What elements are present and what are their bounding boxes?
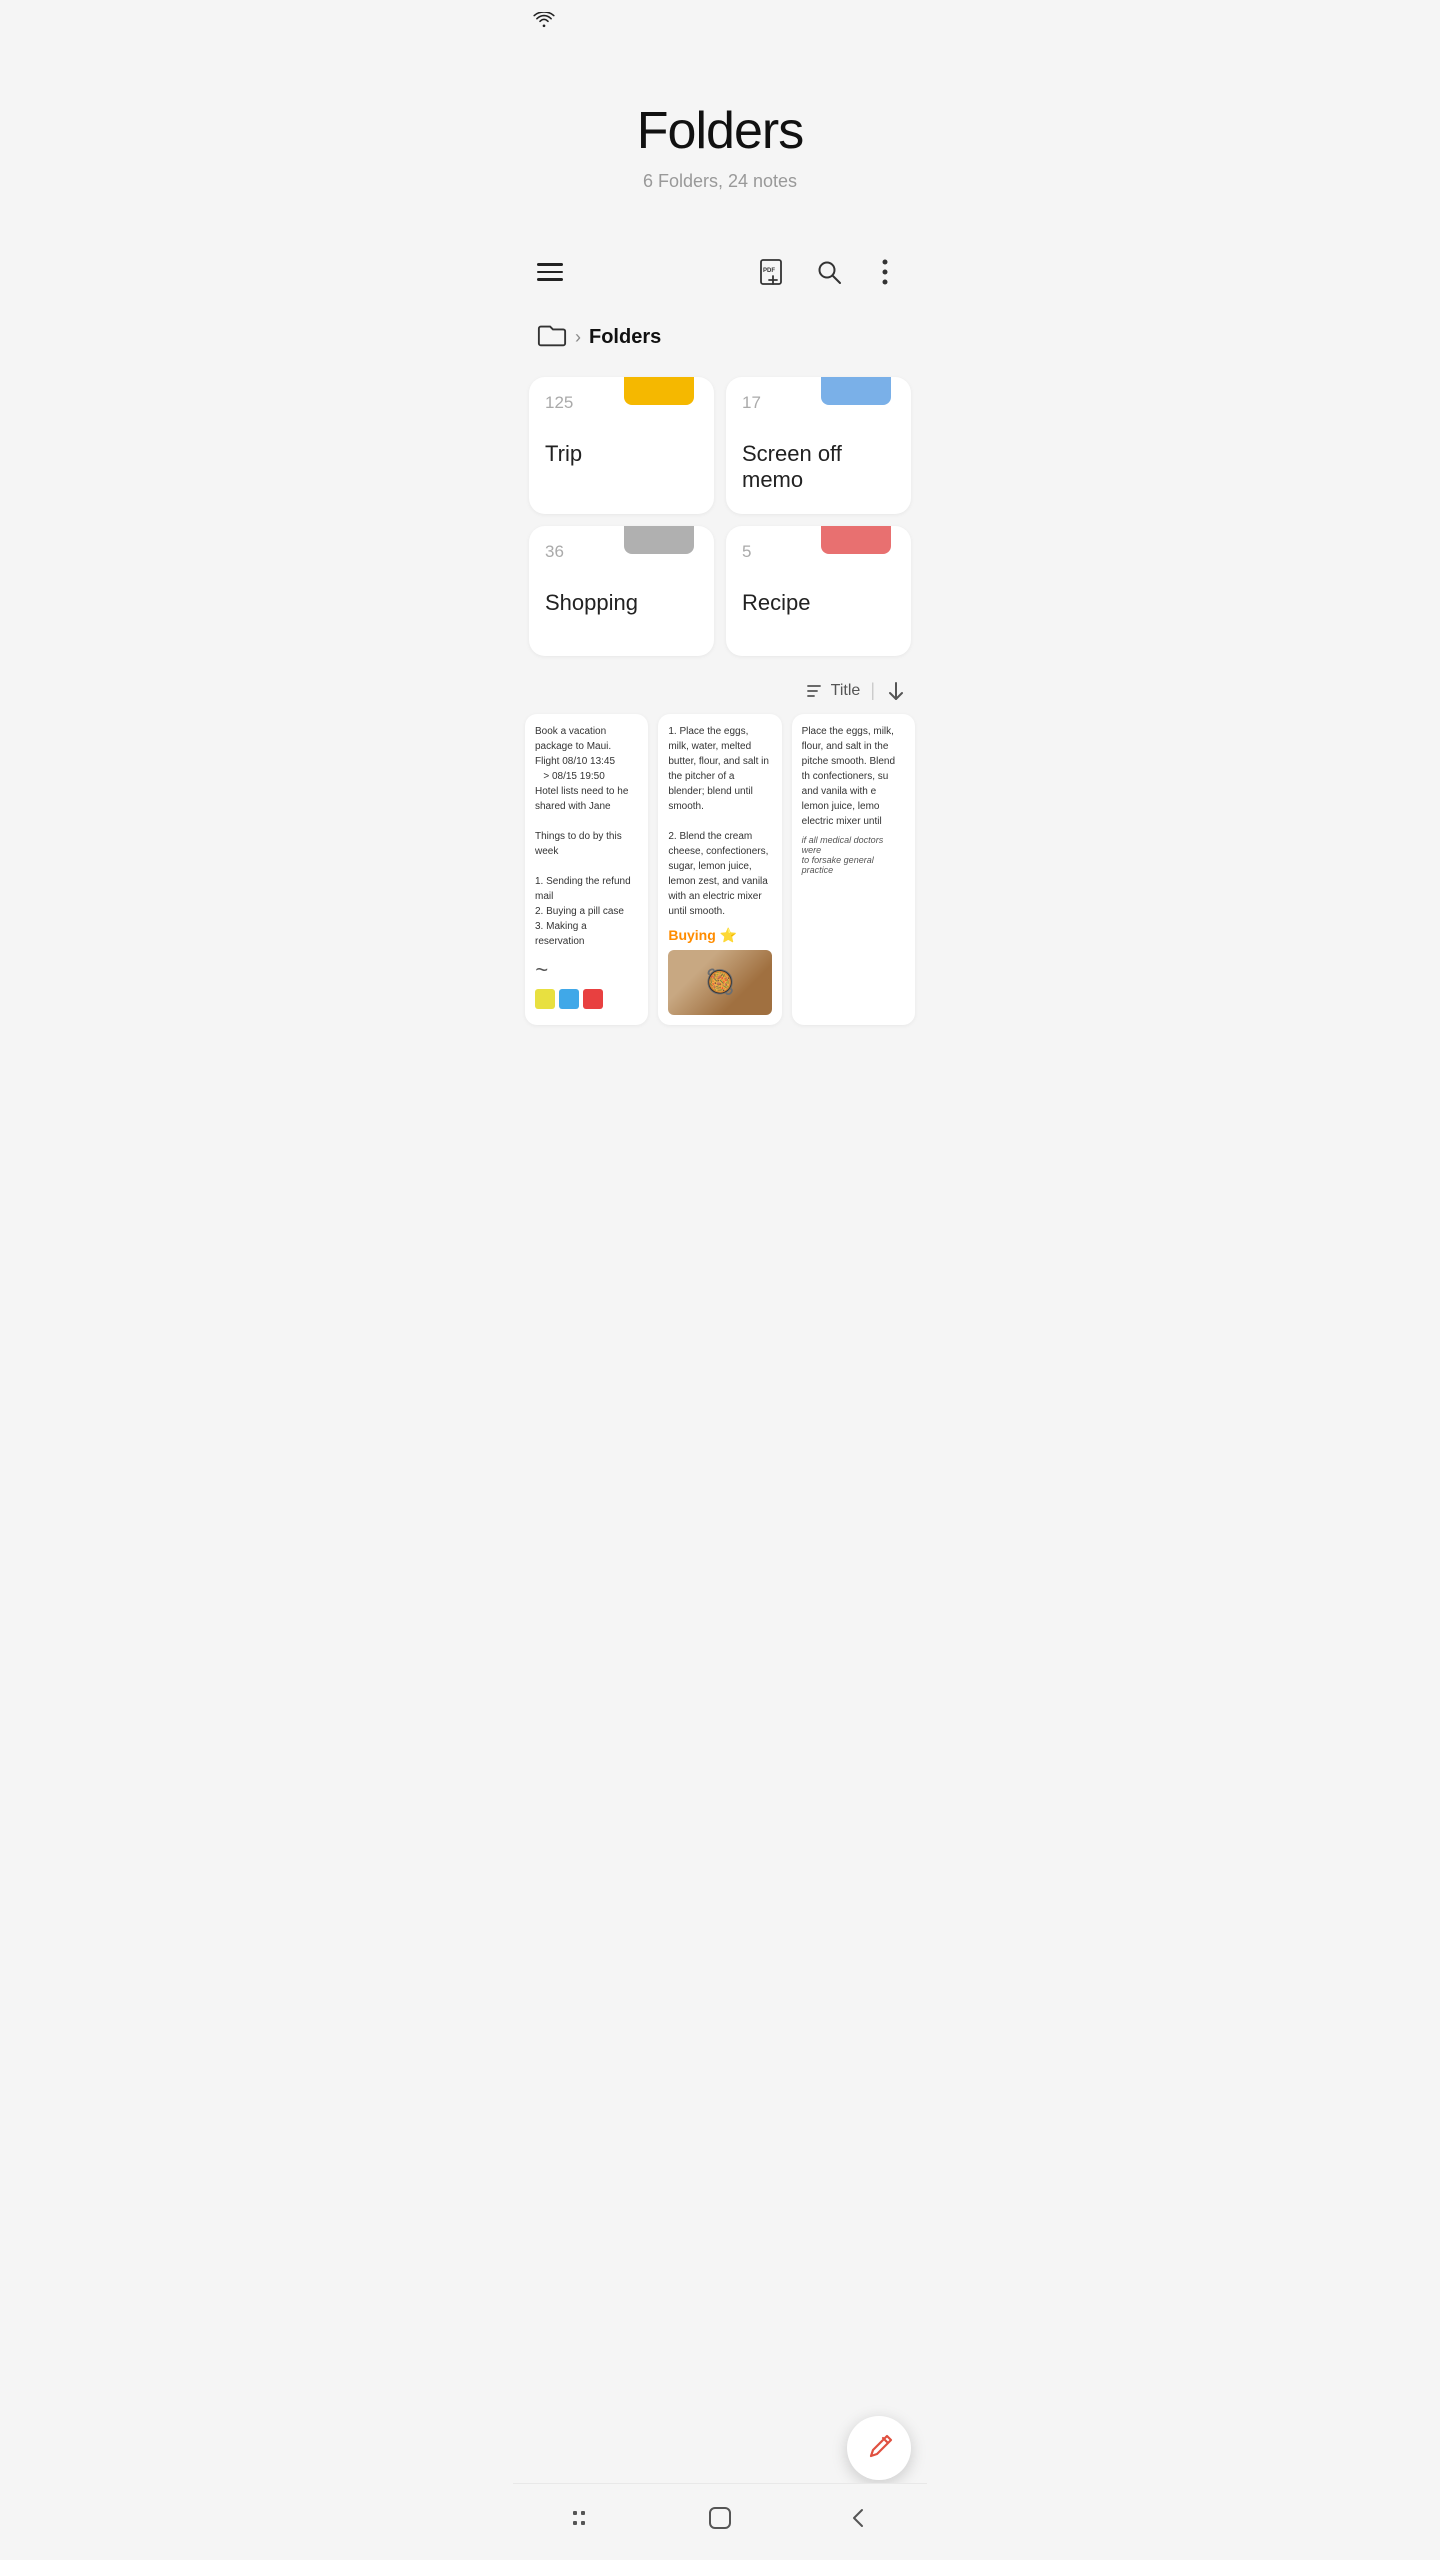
- fab-edit-button[interactable]: [847, 2416, 911, 2480]
- sort-label: Title: [831, 682, 861, 700]
- note-2-text: 1. Place the eggs, milk, water, melted b…: [668, 724, 771, 919]
- folder-shopping-name: Shopping: [545, 590, 698, 616]
- hamburger-menu-button[interactable]: [533, 259, 567, 285]
- note-1-color-1: [535, 989, 555, 1009]
- breadcrumb-label: Folders: [589, 326, 661, 349]
- note-card-3[interactable]: Place the eggs, milk, flour, and salt in…: [792, 714, 915, 1025]
- folder-card-shopping[interactable]: 36 Shopping: [529, 526, 714, 656]
- note-card-2[interactable]: 1. Place the eggs, milk, water, melted b…: [658, 714, 781, 1025]
- note-1-text: Book a vacation package to Maui. Flight …: [535, 724, 638, 949]
- folder-card-trip[interactable]: 125 Trip: [529, 377, 714, 514]
- note-3-handwriting: if all medical doctors were to forsake g…: [802, 835, 905, 875]
- nav-bar: [513, 2483, 927, 2560]
- toolbar: PDF: [513, 242, 927, 302]
- sort-icon: [807, 683, 825, 699]
- note-1-handwriting: ~: [535, 957, 638, 983]
- folder-tab-yellow: [624, 377, 694, 405]
- sort-direction-button[interactable]: [885, 680, 907, 702]
- pdf-add-button[interactable]: PDF: [755, 254, 791, 290]
- hamburger-icon: [537, 263, 563, 281]
- sort-divider: |: [870, 680, 875, 701]
- sort-title-button[interactable]: Title: [807, 682, 861, 700]
- hero-section: Folders 6 Folders, 24 notes: [513, 41, 927, 232]
- note-3-text: Place the eggs, milk, flour, and salt in…: [802, 724, 905, 829]
- svg-text:PDF: PDF: [763, 268, 775, 274]
- notes-grid: Book a vacation package to Maui. Flight …: [513, 714, 927, 1125]
- folder-recipe-name: Recipe: [742, 590, 895, 616]
- nav-home-button[interactable]: [686, 2496, 754, 2540]
- folder-tab-gray: [624, 526, 694, 554]
- note-card-1[interactable]: Book a vacation package to Maui. Flight …: [525, 714, 648, 1025]
- folders-grid: 125 Trip 17 Screen off memo 36 Shopping …: [513, 369, 927, 672]
- note-1-color-2: [559, 989, 579, 1009]
- search-button[interactable]: [811, 254, 847, 290]
- folder-card-screen-off-memo[interactable]: 17 Screen off memo: [726, 377, 911, 514]
- folder-screen-off-memo-name: Screen off memo: [742, 441, 895, 494]
- nav-menu-button[interactable]: [548, 2496, 616, 2540]
- status-bar: [513, 0, 927, 41]
- folder-tab-blue: [821, 377, 891, 405]
- folder-trip-name: Trip: [545, 441, 698, 467]
- note-2-buying-label: Buying ⭐: [668, 927, 771, 944]
- sort-row: Title |: [513, 672, 927, 714]
- nav-back-button[interactable]: [824, 2496, 892, 2540]
- sort-direction-icon: [885, 680, 907, 702]
- note-2-food-image: 🥘: [668, 950, 771, 1015]
- folder-tab-red: [821, 526, 891, 554]
- folder-icon: [537, 322, 567, 353]
- more-options-button[interactable]: [867, 254, 903, 290]
- breadcrumb-chevron: ›: [575, 327, 581, 348]
- note-1-color-3: [583, 989, 603, 1009]
- folder-count-summary: 6 Folders, 24 notes: [533, 171, 907, 192]
- page-title: Folders: [533, 101, 907, 161]
- folder-card-recipe[interactable]: 5 Recipe: [726, 526, 911, 656]
- wifi-icon: [533, 12, 555, 33]
- breadcrumb: › Folders: [513, 302, 927, 369]
